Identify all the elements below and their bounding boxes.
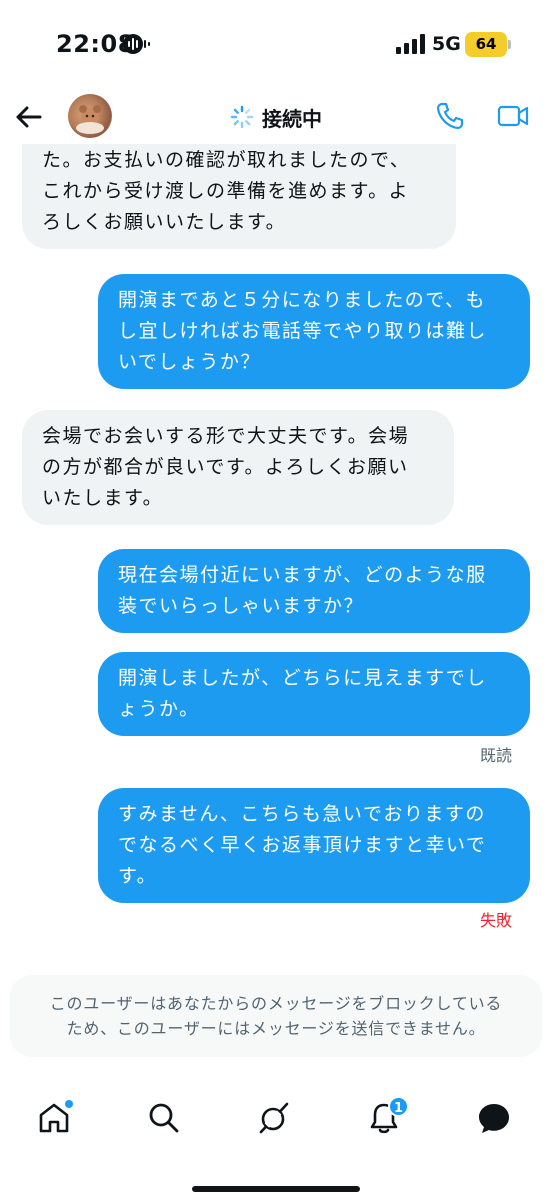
message-line: 開演しましたが、どちらに見えますでし (118, 667, 487, 689)
message-line: これから受け渡しの準備を進めます。よ (42, 180, 410, 202)
blocked-notice-line: このユーザーはあなたからのメッセージをブロックしている (49, 994, 503, 1013)
message-list[interactable]: た。お支払いの確認が取れましたので、 これから受け渡しの準備を進めます。よ ろし… (0, 144, 552, 960)
message-line: 装でいらっしゃいますか？ (118, 595, 365, 617)
home-indicator[interactable] (192, 1186, 360, 1192)
battery-tip (508, 40, 511, 49)
header-title-wrap: 接続中 (230, 102, 322, 132)
avatar-image (76, 105, 104, 134)
message-line: いでしょうか？ (118, 351, 261, 373)
message-line: 現在会場付近にいますが、どのような服 (118, 564, 487, 586)
bottom-navigation: 1 (0, 1090, 552, 1150)
screen-recording-icon (123, 34, 150, 54)
message-line: すみません、こちらも急いでおりますの (118, 803, 486, 825)
conversation-header: 接続中 (0, 90, 552, 144)
blocked-notice-line: ため、このユーザーにはメッセージを送信できません。 (66, 1019, 486, 1038)
phone-icon[interactable] (434, 100, 466, 132)
loading-spinner-icon (230, 105, 254, 129)
battery-level: 64 (465, 32, 507, 57)
grok-icon (259, 1102, 289, 1134)
message-received[interactable]: た。お支払いの確認が取れましたので、 これから受け渡しの準備を進めます。よ ろし… (22, 144, 456, 249)
message-sent[interactable]: 開演まであと５分になりましたので、も し宜しければお電話等でやり取りは難し いで… (98, 274, 530, 389)
nav-messages[interactable] (476, 1100, 516, 1140)
home-unread-dot (65, 1100, 73, 1108)
nav-grok[interactable] (256, 1100, 296, 1140)
status-bar: 22:08 5G 64 (0, 0, 552, 90)
nav-home[interactable] (36, 1100, 76, 1140)
back-arrow-icon[interactable] (12, 100, 46, 134)
message-sent[interactable]: 現在会場付近にいますが、どのような服 装でいらっしゃいますか？ (98, 549, 530, 633)
video-camera-icon[interactable] (496, 100, 530, 132)
nav-notifications[interactable]: 1 (366, 1096, 409, 1140)
message-line: の方が都合が良いです。よろしくお願い (42, 456, 409, 478)
message-line: す。 (118, 865, 158, 887)
message-line: 開演まであと５分になりましたので、も (118, 289, 487, 311)
message-line: し宜しければお電話等でやり取りは難し (118, 320, 488, 342)
search-icon (149, 1103, 179, 1133)
message-line: いたします。 (42, 487, 164, 509)
message-line: ょうか。 (118, 698, 200, 720)
message-sent[interactable]: 開演しましたが、どちらに見えますでし ょうか。 (98, 652, 530, 736)
network-type: 5G (432, 33, 461, 55)
header-title: 接続中 (262, 106, 322, 131)
notifications-badge: 1 (388, 1096, 409, 1117)
message-received[interactable]: 会場でお会いする形で大丈夫です。会場 の方が都合が良いです。よろしくお願い いた… (22, 410, 454, 525)
nav-search[interactable] (146, 1100, 186, 1140)
read-receipt: 既読 (479, 746, 512, 765)
message-sent[interactable]: すみません、こちらも急いでおりますの でなるべく早くお返事頂けますと幸いで す。 (98, 788, 530, 903)
message-line: た。お支払いの確認が取れましたので、 (42, 149, 411, 171)
message-line: 会場でお会いする形で大丈夫です。会場 (42, 425, 410, 447)
messages-icon (479, 1104, 509, 1133)
send-failed-status[interactable]: 失敗 (480, 907, 512, 931)
avatar[interactable] (68, 94, 112, 138)
message-line: でなるべく早くお返事頂けますと幸いで (118, 834, 487, 856)
message-line: ろしくお願いいたします。 (42, 211, 287, 233)
cellular-signal-icon (396, 34, 425, 54)
blocked-notice: このユーザーはあなたからのメッセージをブロックしている ため、このユーザーにはメ… (10, 975, 542, 1057)
